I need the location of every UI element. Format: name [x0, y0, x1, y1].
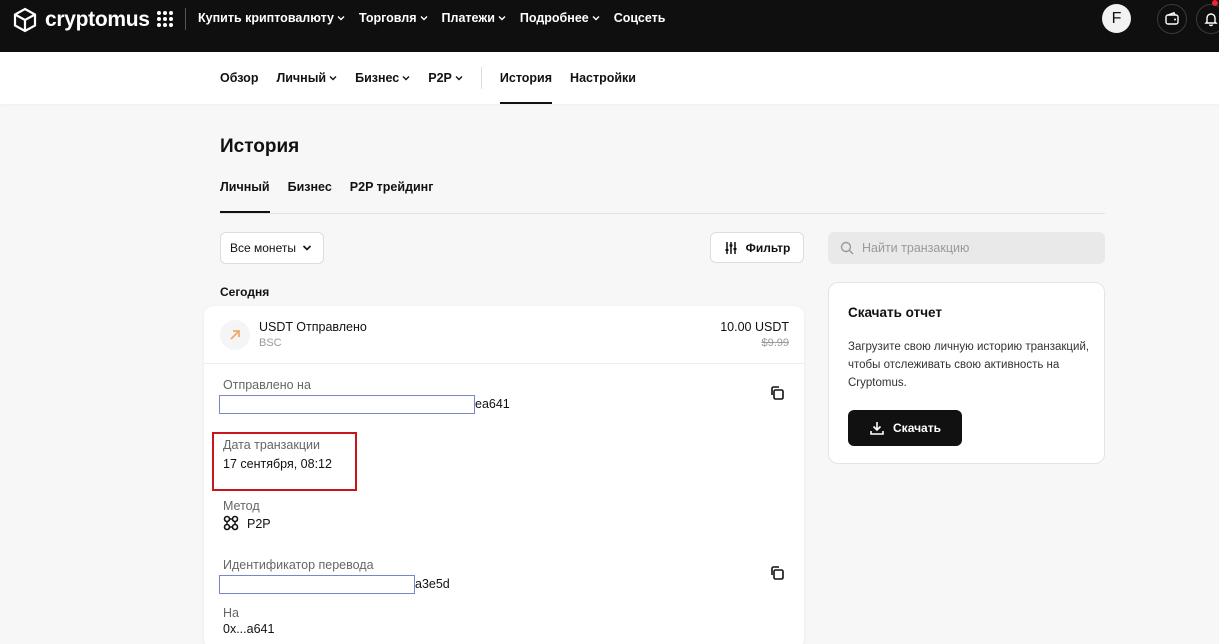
method-label: Метод: [223, 499, 260, 513]
search-box: [828, 232, 1105, 264]
subnav-label: Обзор: [220, 71, 259, 85]
search-icon: [840, 241, 854, 255]
download-button[interactable]: Скачать: [848, 410, 962, 446]
topnav-social[interactable]: Соцсеть: [614, 11, 666, 25]
subnav-label: История: [499, 71, 553, 85]
transfer-id-value: a3e5d: [415, 577, 450, 591]
wallet-button[interactable]: [1157, 4, 1187, 34]
sliders-icon: [725, 241, 737, 254]
logo[interactable]: cryptomus: [12, 7, 150, 33]
subnav-personal[interactable]: Личный: [276, 52, 337, 104]
page-title: История: [220, 136, 300, 157]
search-input[interactable]: [862, 241, 1092, 255]
top-nav: Купить криптовалюту Торговля Платежи Под…: [198, 11, 665, 25]
history-tabs: Личный Бизнес P2P трейдинг: [220, 180, 433, 213]
tab-p2p-trading[interactable]: P2P трейдинг: [350, 180, 434, 213]
chevron-down-icon: [455, 76, 463, 81]
redaction-box: [219, 575, 415, 594]
subnav-label: P2P: [428, 71, 452, 85]
brand-name: cryptomus: [45, 8, 150, 31]
chevron-down-icon: [420, 16, 428, 21]
filter-label: Фильтр: [745, 240, 791, 255]
report-title: Скачать отчет: [848, 305, 942, 320]
subnav-divider: [480, 67, 482, 89]
copy-icon[interactable]: [769, 385, 785, 401]
subnav-label: Личный: [276, 71, 327, 85]
apps-grid-icon[interactable]: [157, 11, 173, 27]
topnav-label: Платежи: [441, 11, 495, 25]
download-icon: [870, 422, 884, 435]
subnav-history[interactable]: История: [499, 52, 553, 104]
download-label: Скачать: [893, 421, 941, 435]
transaction-header[interactable]: USDT Отправлено BSC 10.00 USDT $9.99: [204, 306, 804, 364]
tab-personal[interactable]: Личный: [220, 180, 270, 213]
subnav-settings[interactable]: Настройки: [570, 52, 636, 104]
chevron-down-icon: [592, 16, 600, 21]
to-label: На: [223, 606, 239, 620]
chevron-down-icon: [498, 16, 506, 21]
copy-icon[interactable]: [769, 565, 785, 581]
subnav-overview[interactable]: Обзор: [220, 52, 258, 104]
transaction-title: USDT Отправлено: [259, 320, 367, 334]
topnav-buy-crypto[interactable]: Купить криптовалюту: [198, 11, 345, 25]
download-report-card: Скачать отчет Загрузите свою личную исто…: [828, 282, 1105, 464]
subnav-label: Настройки: [570, 71, 636, 85]
bell-icon: [1204, 13, 1218, 27]
subnav-business[interactable]: Бизнес: [355, 52, 410, 104]
to-value: 0x...a641: [223, 622, 275, 636]
topnav-label: Соцсеть: [613, 11, 666, 25]
p2p-icon: [223, 515, 239, 531]
date-highlight-box: [212, 432, 357, 491]
arrow-up-right-icon: [230, 330, 240, 340]
tabs-divider: [220, 213, 1105, 214]
topnav-label: Торговля: [358, 11, 417, 25]
transfer-id-label: Идентификатор перевода: [223, 558, 374, 572]
avatar[interactable]: F: [1102, 4, 1131, 33]
notification-badge: [1212, 0, 1218, 6]
subnav-label: Бизнес: [355, 71, 400, 85]
chevron-down-icon: [402, 76, 410, 81]
subnav-p2p[interactable]: P2P: [428, 52, 463, 104]
tx-direction: [220, 320, 250, 350]
coin-select[interactable]: Все монеты: [220, 232, 324, 264]
top-bar: cryptomus Купить криптовалюту Торговля П…: [0, 0, 1219, 52]
tab-business[interactable]: Бизнес: [288, 180, 332, 213]
day-label: Сегодня: [220, 285, 270, 299]
chevron-down-icon: [337, 16, 345, 21]
method-value: P2P: [247, 517, 271, 531]
transaction-network: BSC: [259, 337, 282, 349]
chevron-down-icon: [329, 76, 337, 81]
report-description: Загрузите свою личную историю транзакций…: [848, 341, 1090, 389]
topbar-divider: [185, 8, 186, 30]
topnav-label: Купить криптовалюту: [198, 11, 334, 25]
sent-to-label: Отправлено на: [223, 378, 311, 392]
notifications-button[interactable]: [1196, 4, 1219, 34]
topnav-label: Подробнее: [519, 11, 589, 25]
sub-nav: Обзор Личный Бизнес P2P История Настройк…: [0, 52, 1219, 104]
topnav-payments[interactable]: Платежи: [442, 11, 506, 25]
wallet-icon: [1165, 11, 1179, 25]
transaction-amount: 10.00 USDT: [720, 320, 789, 334]
topnav-more[interactable]: Подробнее: [520, 11, 600, 25]
cube-logo-icon: [13, 7, 37, 33]
redaction-box: [219, 395, 475, 414]
sent-to-value: ea641: [475, 397, 510, 411]
chevron-down-icon: [302, 245, 312, 251]
filter-button[interactable]: Фильтр: [710, 232, 804, 263]
topnav-trading[interactable]: Торговля: [359, 11, 428, 25]
transaction-usd-value: $9.99: [761, 337, 789, 349]
coin-select-value: Все монеты: [230, 241, 296, 255]
